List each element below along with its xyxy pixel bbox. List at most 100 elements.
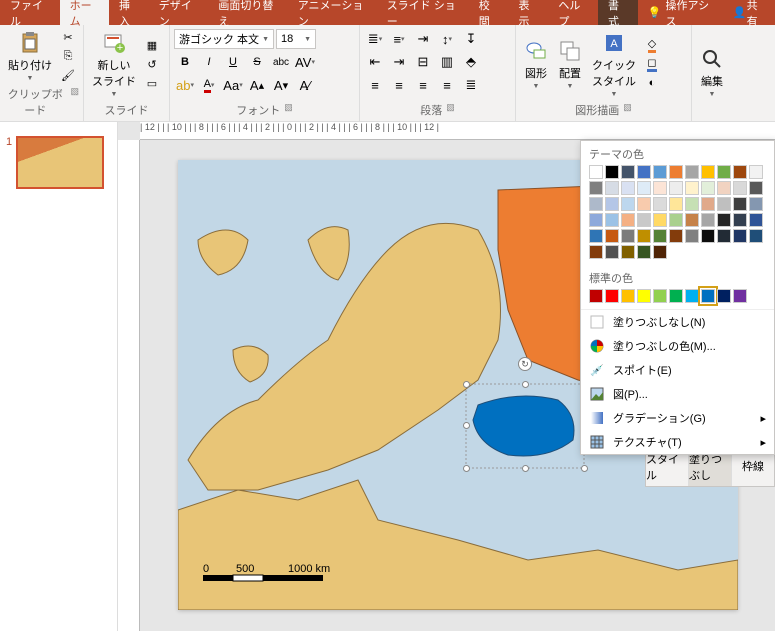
theme-tint-swatch[interactable] — [749, 197, 763, 211]
theme-tint-swatch[interactable] — [733, 229, 747, 243]
theme-tint-swatch[interactable] — [637, 229, 651, 243]
underline-button[interactable]: U — [222, 52, 244, 72]
italic-button[interactable]: I — [198, 52, 220, 72]
theme-tint-swatch[interactable] — [701, 181, 715, 195]
theme-tint-swatch[interactable] — [749, 213, 763, 227]
shrink-font-button[interactable]: A▾ — [270, 75, 292, 95]
theme-tint-swatch[interactable] — [637, 245, 651, 259]
resize-handle-se[interactable] — [581, 465, 588, 472]
theme-color-swatch[interactable] — [669, 165, 683, 179]
theme-tint-swatch[interactable] — [701, 229, 715, 243]
tab-design[interactable]: デザイン — [149, 0, 209, 25]
theme-tint-swatch[interactable] — [701, 213, 715, 227]
theme-tint-swatch[interactable] — [717, 229, 731, 243]
tab-animation[interactable]: アニメーション — [288, 0, 377, 25]
theme-tint-swatch[interactable] — [733, 213, 747, 227]
paragraph-launcher[interactable]: ▧ — [446, 102, 455, 118]
distribute-button[interactable]: ≣ — [460, 75, 482, 95]
standard-color-swatch[interactable] — [733, 289, 747, 303]
resize-handle-nw[interactable] — [463, 381, 470, 388]
texture-fill-item[interactable]: テクスチャ(T)▸ — [581, 430, 774, 454]
font-family-select[interactable]: 游ゴシック 本文▼ — [174, 29, 274, 49]
numbering-button[interactable]: ≡▾ — [388, 29, 410, 49]
paste-button[interactable]: 貼り付け▼ — [4, 27, 56, 85]
tab-review[interactable]: 校閲 — [469, 0, 509, 25]
theme-tint-swatch[interactable] — [685, 197, 699, 211]
theme-tint-swatch[interactable] — [669, 229, 683, 243]
theme-tint-swatch[interactable] — [605, 213, 619, 227]
resize-handle-s[interactable] — [522, 465, 529, 472]
theme-tint-swatch[interactable] — [669, 213, 683, 227]
theme-tint-swatch[interactable] — [637, 181, 651, 195]
theme-tint-swatch[interactable] — [589, 197, 603, 211]
theme-tint-swatch[interactable] — [589, 245, 603, 259]
tab-help[interactable]: ヘルプ — [548, 0, 598, 25]
list-level-button[interactable]: ⇥ — [412, 29, 434, 49]
theme-tint-swatch[interactable] — [653, 229, 667, 243]
theme-tint-swatch[interactable] — [717, 197, 731, 211]
theme-tint-swatch[interactable] — [589, 229, 603, 243]
theme-color-swatch[interactable] — [701, 165, 715, 179]
theme-color-swatch[interactable] — [653, 165, 667, 179]
theme-tint-swatch[interactable] — [717, 213, 731, 227]
theme-color-swatch[interactable] — [685, 165, 699, 179]
shape-effects-button[interactable]: ◐ — [642, 74, 662, 92]
eyedropper-item[interactable]: 💉スポイト(E) — [581, 358, 774, 382]
resize-handle-w[interactable] — [463, 422, 470, 429]
change-case-button[interactable]: Aa▾ — [222, 75, 244, 95]
arrange-button[interactable]: 配置▼ — [554, 27, 586, 101]
theme-color-swatch[interactable] — [717, 165, 731, 179]
theme-tint-swatch[interactable] — [669, 181, 683, 195]
theme-color-swatch[interactable] — [621, 165, 635, 179]
theme-tint-swatch[interactable] — [621, 245, 635, 259]
tab-home[interactable]: ホーム — [60, 0, 109, 25]
strike-button[interactable]: S — [246, 52, 268, 72]
no-fill-item[interactable]: 塗りつぶしなし(N) — [581, 310, 774, 334]
resize-handle-sw[interactable] — [463, 465, 470, 472]
clear-format-button[interactable]: A⁄ — [294, 75, 316, 95]
theme-tint-swatch[interactable] — [621, 181, 635, 195]
section-button[interactable]: ▭ — [142, 74, 162, 92]
standard-color-swatch[interactable] — [605, 289, 619, 303]
reset-button[interactable]: ↺ — [142, 55, 162, 73]
standard-color-swatch[interactable] — [621, 289, 635, 303]
grow-font-button[interactable]: A▴ — [246, 75, 268, 95]
theme-tint-swatch[interactable] — [653, 245, 667, 259]
theme-color-swatch[interactable] — [589, 165, 603, 179]
shape-fill-button[interactable]: ◇ — [642, 36, 662, 54]
shapes-button[interactable]: 図形▼ — [520, 27, 552, 101]
align-vert-button[interactable]: ⊟ — [412, 52, 434, 72]
theme-color-swatch[interactable] — [733, 165, 747, 179]
theme-tint-swatch[interactable] — [653, 181, 667, 195]
theme-tint-swatch[interactable] — [669, 197, 683, 211]
font-launcher[interactable]: ▧ — [284, 102, 293, 118]
spacing-button[interactable]: AV▾ — [294, 52, 316, 72]
theme-tint-swatch[interactable] — [605, 197, 619, 211]
tab-format[interactable]: 書式 — [598, 0, 638, 25]
justify-button[interactable]: ≡ — [436, 75, 458, 95]
standard-color-swatch[interactable] — [685, 289, 699, 303]
quick-style-button[interactable]: A クイック スタイル▼ — [588, 27, 640, 101]
editing-button[interactable]: 編集▼ — [696, 27, 728, 117]
columns-button[interactable]: ▥ — [436, 52, 458, 72]
theme-tint-swatch[interactable] — [621, 229, 635, 243]
theme-tint-swatch[interactable] — [589, 213, 603, 227]
dec-indent-button[interactable]: ⇤ — [364, 52, 386, 72]
tab-file[interactable]: ファイル — [0, 0, 60, 25]
highlight-button[interactable]: ab▾ — [174, 75, 196, 95]
share-button[interactable]: 👤共有 — [723, 0, 775, 25]
tell-me[interactable]: 💡操作アシス — [638, 0, 723, 25]
font-color-button[interactable]: A▾ — [198, 75, 220, 95]
theme-tint-swatch[interactable] — [733, 181, 747, 195]
theme-tint-swatch[interactable] — [637, 213, 651, 227]
new-slide-button[interactable]: + 新しい スライド▼ — [88, 27, 140, 101]
theme-tint-swatch[interactable] — [685, 181, 699, 195]
standard-color-swatch[interactable] — [589, 289, 603, 303]
theme-tint-swatch[interactable] — [749, 229, 763, 243]
theme-tint-swatch[interactable] — [605, 229, 619, 243]
slide-thumbnail-1[interactable] — [16, 136, 104, 189]
standard-color-swatch[interactable] — [701, 289, 715, 303]
inc-indent-button[interactable]: ⇥ — [388, 52, 410, 72]
line-spacing-button[interactable]: ↕▾ — [436, 29, 458, 49]
rotate-handle[interactable]: ↻ — [518, 357, 532, 371]
